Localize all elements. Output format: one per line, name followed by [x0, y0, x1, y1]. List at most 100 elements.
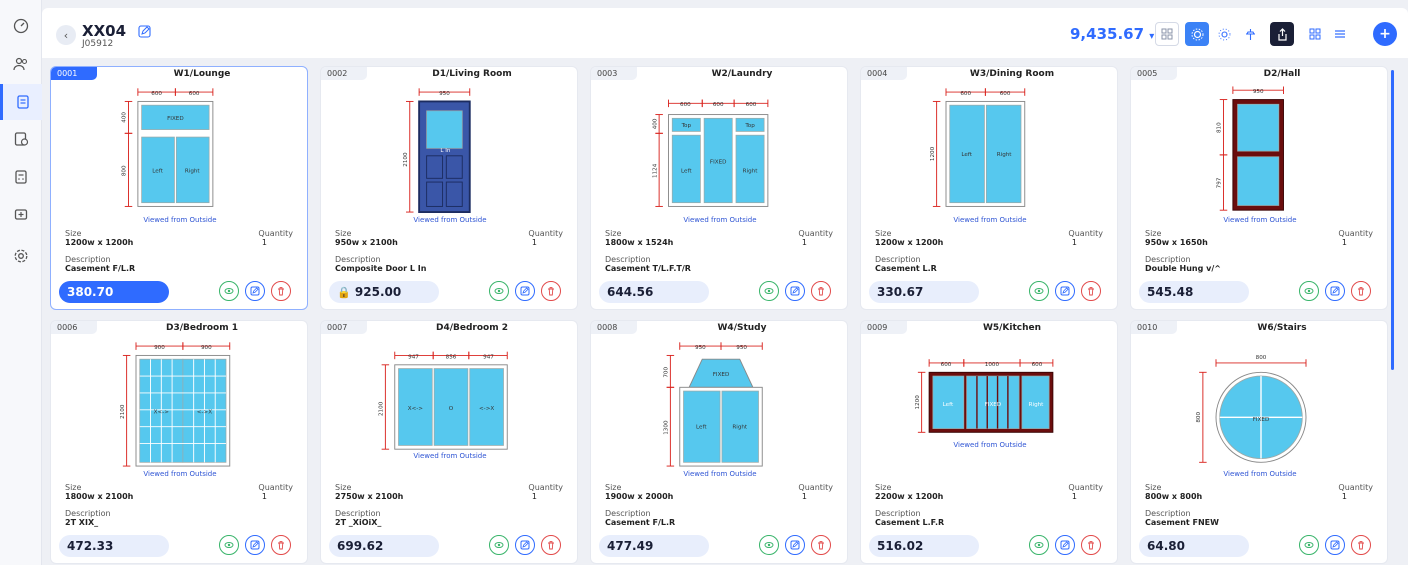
drawing-label: 700: [664, 367, 670, 378]
edit-button[interactable]: [785, 535, 805, 555]
edit-button[interactable]: [1055, 535, 1075, 555]
quantity-label: Quantity: [1068, 229, 1103, 238]
edit-button[interactable]: [515, 535, 535, 555]
window-drawing[interactable]: 600 600 1200 Left Right: [901, 83, 1081, 223]
window-drawing[interactable]: 600 600 400 800 FIXED Left Right: [91, 83, 271, 223]
add-cart-icon[interactable]: [9, 203, 33, 227]
users-icon[interactable]: [9, 52, 33, 76]
window-drawing[interactable]: 950 950 700 1300 FIXED Left Right: [631, 337, 811, 477]
drawing-label: Right: [732, 425, 748, 431]
window-drawing[interactable]: 950 810 797: [1171, 83, 1351, 223]
edit-button[interactable]: [515, 281, 535, 301]
window-drawing[interactable]: 950 2100 L In: [361, 83, 541, 223]
delete-button[interactable]: [1351, 281, 1371, 301]
price-value: 545.48: [1147, 285, 1194, 299]
quantity-value: 1: [531, 238, 537, 247]
window-drawing[interactable]: 600 1000 600 1200 Left FIXED Right: [901, 337, 1081, 477]
delete-button[interactable]: [1351, 535, 1371, 555]
share-icon[interactable]: [1270, 22, 1294, 46]
view-button[interactable]: [759, 281, 779, 301]
delete-button[interactable]: [541, 281, 561, 301]
size-value: 1900w x 2000h: [605, 492, 674, 501]
view-button[interactable]: [489, 535, 509, 555]
edit-button[interactable]: [245, 281, 265, 301]
window-drawing[interactable]: 800 800 FIXED: [1171, 337, 1351, 477]
item-card[interactable]: 0007 D4/Bedroom 2 947 856 947 2100 X<-> O <->X…: [320, 320, 578, 564]
item-location: W6/Stairs: [1257, 323, 1307, 333]
delete-button[interactable]: [271, 535, 291, 555]
eye-icon: [764, 542, 774, 548]
size-label: Size: [1145, 229, 1162, 238]
drawing-label: 797: [1217, 177, 1223, 188]
item-card[interactable]: 0006 D3/Bedroom 1 900 900 2100 X<-> <->X Vie…: [50, 320, 308, 564]
back-button[interactable]: ‹: [56, 25, 76, 45]
scrollbar[interactable]: [1391, 70, 1394, 370]
dashboard-icon[interactable]: [9, 14, 33, 38]
item-card[interactable]: 0005 D2/Hall 950 810 797 Viewed from Outsi…: [1130, 66, 1388, 310]
total-amount[interactable]: 9,435.67 ▾: [1070, 25, 1154, 43]
description-value: Casement F/L.R: [605, 518, 676, 527]
pin-icon[interactable]: [1238, 22, 1262, 46]
view-button[interactable]: [1029, 535, 1049, 555]
item-card[interactable]: 0004 W3/Dining Room 600 600 1200 Left Right …: [860, 66, 1118, 310]
delete-button[interactable]: [1081, 535, 1101, 555]
description-label: Description: [65, 255, 111, 264]
delete-button[interactable]: [811, 535, 831, 555]
size-label: Size: [875, 229, 892, 238]
item-card[interactable]: 0010 W6/Stairs 800 800 FIXED Viewed from O…: [1130, 320, 1388, 564]
drawing-label: 600: [1000, 91, 1011, 97]
item-card[interactable]: 0009 W5/Kitchen 600 1000 600 1200 Left FIXED R…: [860, 320, 1118, 564]
item-card[interactable]: 0001 W1/Lounge 600 600 400 800 FIXED Left Righ…: [50, 66, 308, 310]
delete-button[interactable]: [811, 281, 831, 301]
list-view-icon[interactable]: [1328, 22, 1352, 46]
lock-icon: 🔒: [337, 286, 351, 299]
grid-view-icon[interactable]: [1303, 22, 1327, 46]
edit-button[interactable]: [245, 535, 265, 555]
description-value: Casement L.F.R: [875, 518, 945, 527]
view-button[interactable]: [1029, 281, 1049, 301]
edit-button[interactable]: [1325, 281, 1345, 301]
drawing-label: 400: [652, 118, 658, 129]
view-button[interactable]: [489, 281, 509, 301]
drawing-label: 800: [1256, 355, 1267, 361]
delete-button[interactable]: [1081, 281, 1101, 301]
view-button[interactable]: [1299, 281, 1319, 301]
chevron-down-icon: ▾: [1149, 31, 1155, 42]
delete-button[interactable]: [271, 281, 291, 301]
grid-toggle-icon[interactable]: [1155, 22, 1179, 46]
add-item-button[interactable]: +: [1373, 22, 1397, 46]
view-button[interactable]: [759, 535, 779, 555]
delete-button[interactable]: [541, 535, 561, 555]
edit-button[interactable]: [1325, 535, 1345, 555]
edit-button[interactable]: [1055, 281, 1075, 301]
orders-icon[interactable]: [9, 127, 33, 151]
drawing-label: 400: [122, 112, 128, 123]
price-value: 644.56: [607, 285, 654, 299]
brightness-icon[interactable]: [1212, 22, 1236, 46]
view-mode-icon[interactable]: [1185, 22, 1209, 46]
edit-button[interactable]: [785, 281, 805, 301]
item-card[interactable]: 0002 D1/Living Room 950 2100 L In Viewed f…: [320, 66, 578, 310]
view-button[interactable]: [219, 281, 239, 301]
price-value: 472.33: [67, 539, 114, 553]
view-button[interactable]: [1299, 535, 1319, 555]
edit-title-icon[interactable]: [138, 23, 151, 42]
size-value: 2750w x 2100h: [335, 492, 404, 501]
window-drawing[interactable]: 900 900 2100 X<-> <->X: [91, 337, 271, 477]
trash-icon: [278, 541, 284, 550]
drawing-label: 900: [154, 345, 165, 351]
window-drawing[interactable]: 600 600 600 400 1124 Top Top FIXED Left Right: [631, 83, 811, 223]
eye-icon: [494, 542, 504, 548]
eye-icon: [224, 542, 234, 548]
settings-icon[interactable]: [9, 244, 33, 268]
quote-icon[interactable]: [0, 84, 42, 120]
job-number: J05912: [82, 39, 114, 49]
view-button[interactable]: [219, 535, 239, 555]
description-label: Description: [875, 509, 921, 518]
price-badge: 64.80: [1139, 535, 1249, 557]
size-value: 800w x 800h: [1145, 492, 1203, 501]
item-card[interactable]: 0003 W2/Laundry 600 600 600 400 1124 Top Top FI…: [590, 66, 848, 310]
size-value: 1800w x 1524h: [605, 238, 674, 247]
item-card[interactable]: 0008 W4/Study 950 950 700 1300 FIXED Left Righ…: [590, 320, 848, 564]
calculator-icon[interactable]: [9, 165, 33, 189]
